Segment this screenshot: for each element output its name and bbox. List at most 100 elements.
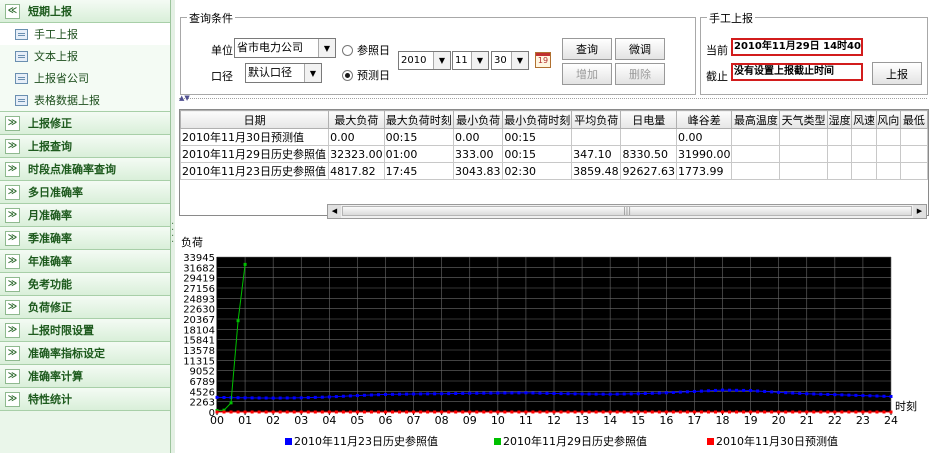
- table-cell[interactable]: 32323.00: [328, 145, 385, 163]
- delete-button[interactable]: 删除: [615, 63, 665, 85]
- table-cell[interactable]: 00:15: [383, 128, 454, 146]
- sidebar-section[interactable]: ≫ 准确率计算: [0, 365, 170, 388]
- sidebar-section[interactable]: ≫ 负荷修正: [0, 296, 170, 319]
- table-cell[interactable]: [875, 162, 901, 180]
- column-header[interactable]: 日期: [180, 110, 330, 129]
- chevron-down-icon[interactable]: ▼: [471, 52, 488, 69]
- panel-collapse-handle[interactable]: ▲▼: [179, 94, 927, 103]
- table-cell[interactable]: 2010年11月23日历史参照值: [180, 162, 330, 180]
- sidebar-section[interactable]: ≫ 准确率指标设定: [0, 342, 170, 365]
- sidebar-item-table-report[interactable]: 表格数据上报: [0, 89, 170, 112]
- sidebar-item-report-province[interactable]: 上报省公司: [0, 67, 170, 89]
- table-cell[interactable]: [620, 128, 677, 146]
- column-header[interactable]: 峰谷差: [675, 110, 733, 129]
- calendar-icon[interactable]: 19: [535, 52, 551, 68]
- table-cell[interactable]: 2010年11月29日历史参照值: [180, 145, 330, 163]
- sidebar-section[interactable]: ≫ 季准确率: [0, 227, 170, 250]
- column-header[interactable]: 最小负荷: [452, 110, 504, 129]
- year-select[interactable]: 2010 ▼: [398, 51, 451, 70]
- day-select[interactable]: 30 ▼: [491, 51, 529, 70]
- table-cell[interactable]: [731, 162, 781, 180]
- table-cell[interactable]: 2010年11月30日预测值: [180, 128, 330, 146]
- chevron-down-icon[interactable]: ▼: [318, 39, 335, 57]
- table-cell[interactable]: [779, 162, 828, 180]
- table-cell[interactable]: 0.00: [675, 128, 733, 146]
- table-cell[interactable]: [779, 128, 828, 146]
- submit-report-button[interactable]: 上报: [872, 62, 922, 85]
- sidebar-section[interactable]: ≫ 免考功能: [0, 273, 170, 296]
- table-cell[interactable]: [731, 128, 781, 146]
- table-cell[interactable]: [779, 145, 828, 163]
- sidebar-item-text-report[interactable]: 文本上报: [0, 45, 170, 67]
- table-cell[interactable]: 333.00: [452, 145, 504, 163]
- sidebar-section[interactable]: ≫ 月准确率: [0, 204, 170, 227]
- column-header[interactable]: 平均负荷: [571, 110, 622, 129]
- table-cell[interactable]: 3043.83: [452, 162, 504, 180]
- table-cell[interactable]: [875, 128, 901, 146]
- table-cell[interactable]: [899, 162, 928, 180]
- column-header[interactable]: 风向: [875, 110, 901, 129]
- table-cell[interactable]: 02:30: [502, 162, 573, 180]
- table-cell[interactable]: [875, 145, 901, 163]
- forecast-day-radio[interactable]: 预测日: [342, 67, 390, 83]
- table-cell[interactable]: 00:15: [502, 128, 573, 146]
- column-header[interactable]: 最大负荷时刻: [383, 110, 454, 129]
- sidebar-section[interactable]: ≫ 上报查询: [0, 135, 170, 158]
- table-row[interactable]: 2010年11月29日历史参照值 32323.00 01:00 333.00 00:15…: [180, 145, 928, 163]
- fine-tune-button[interactable]: 微调: [615, 38, 665, 60]
- table-row[interactable]: 2010年11月23日历史参照值 4817.82 17:45 3043.83 02:30…: [180, 162, 928, 180]
- table-cell[interactable]: [899, 145, 928, 163]
- column-header[interactable]: 湿度: [826, 110, 853, 129]
- table-cell[interactable]: [899, 128, 928, 146]
- chevron-down-icon[interactable]: ▼: [511, 52, 528, 69]
- column-header[interactable]: 风速: [851, 110, 877, 129]
- table-cell[interactable]: 0.00: [328, 128, 385, 146]
- table-cell[interactable]: 8330.50: [620, 145, 677, 163]
- table-cell[interactable]: 92627.63: [620, 162, 677, 180]
- table-cell[interactable]: [571, 128, 622, 146]
- chevron-down-icon[interactable]: ▼: [433, 52, 450, 69]
- table-cell[interactable]: 17:45: [383, 162, 454, 180]
- table-cell[interactable]: 0.00: [452, 128, 504, 146]
- sidebar-item-manual-report[interactable]: 手工上报: [0, 23, 170, 45]
- table-cell[interactable]: 347.10: [571, 145, 622, 163]
- month-select[interactable]: 11 ▼: [452, 51, 489, 70]
- table-cell[interactable]: 4817.82: [328, 162, 385, 180]
- column-header[interactable]: 最低: [899, 110, 928, 129]
- table-cell[interactable]: [851, 128, 877, 146]
- sidebar-section[interactable]: ≫ 特性统计: [0, 388, 170, 411]
- table-cell[interactable]: 3859.48: [571, 162, 622, 180]
- column-header[interactable]: 最小负荷时刻: [502, 110, 573, 129]
- sidebar-section[interactable]: ≫ 年准确率: [0, 250, 170, 273]
- table-cell[interactable]: [826, 162, 853, 180]
- table-cell[interactable]: 01:00: [383, 145, 454, 163]
- data-point: [433, 392, 437, 396]
- unit-select[interactable]: 省市电力公司 ▼: [234, 38, 336, 58]
- sidebar-section[interactable]: ≫ 上报修正: [0, 112, 170, 135]
- query-button[interactable]: 查询: [562, 38, 612, 60]
- scrollbar-thumb[interactable]: |||: [342, 206, 912, 216]
- caliber-select[interactable]: 默认口径 ▼: [245, 63, 322, 83]
- sidebar-section[interactable]: ≫ 时段点准确率查询: [0, 158, 170, 181]
- sidebar-section[interactable]: ≫ 多日准确率: [0, 181, 170, 204]
- table-cell[interactable]: 00:15: [502, 145, 573, 163]
- sidebar-section-short-term-report[interactable]: ≪ 短期上报: [0, 0, 170, 23]
- column-header[interactable]: 最高温度: [731, 110, 781, 129]
- x-tick-label: 12: [547, 414, 561, 427]
- table-cell[interactable]: [851, 162, 877, 180]
- table-cell[interactable]: 31990.00: [675, 145, 733, 163]
- table-cell[interactable]: [731, 145, 781, 163]
- table-cell[interactable]: [851, 145, 877, 163]
- sidebar-section[interactable]: ≫ 上报时限设置: [0, 319, 170, 342]
- table-row[interactable]: 2010年11月30日预测值 0.00 00:15 0.00 00:15 0.00: [180, 128, 928, 146]
- sidebar-splitter[interactable]: · · · ·: [171, 0, 175, 453]
- table-cell[interactable]: [826, 128, 853, 146]
- column-header[interactable]: 天气类型: [779, 110, 828, 129]
- ref-day-radio[interactable]: 参照日: [342, 42, 390, 58]
- table-cell[interactable]: 1773.99: [675, 162, 733, 180]
- column-header[interactable]: 最大负荷: [328, 110, 385, 129]
- add-button[interactable]: 增加: [562, 63, 612, 85]
- chevron-down-icon[interactable]: ▼: [304, 64, 321, 82]
- table-cell[interactable]: [826, 145, 853, 163]
- column-header[interactable]: 日电量: [620, 110, 677, 129]
